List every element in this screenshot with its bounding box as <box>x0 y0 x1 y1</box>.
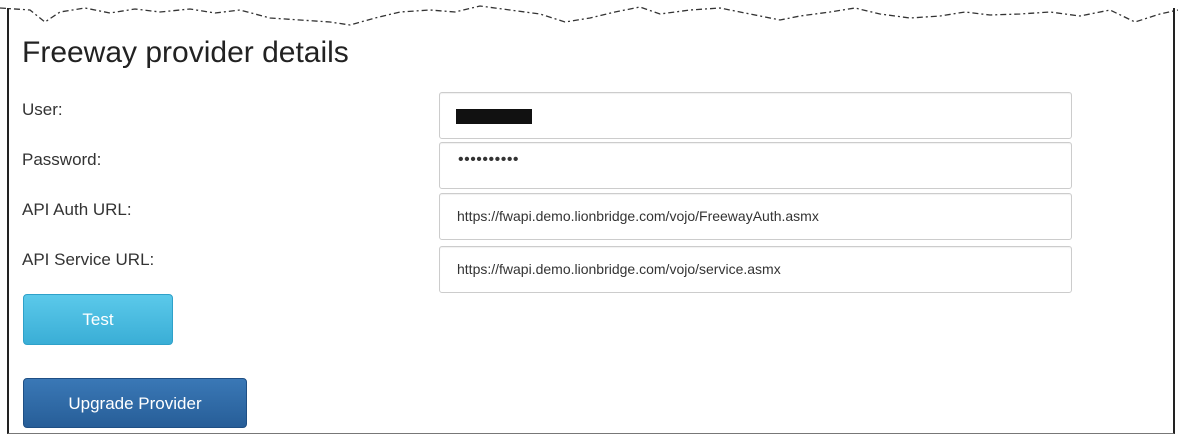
password-field[interactable]: •••••••••• <box>439 142 1072 189</box>
api-auth-url-value: https://fwapi.demo.lionbridge.com/vojo/F… <box>457 208 819 224</box>
api-auth-url-label: API Auth URL: <box>22 200 132 219</box>
api-service-url-value: https://fwapi.demo.lionbridge.com/vojo/s… <box>457 261 781 277</box>
redacted-username <box>456 109 532 124</box>
password-label: Password: <box>22 150 102 169</box>
api-auth-url-field[interactable]: https://fwapi.demo.lionbridge.com/vojo/F… <box>439 193 1072 240</box>
user-field[interactable] <box>439 92 1072 139</box>
password-mask: •••••••••• <box>458 151 520 168</box>
page-title: Freeway provider details <box>22 36 349 69</box>
api-service-url-label: API Service URL: <box>22 250 155 269</box>
test-button[interactable]: Test <box>23 294 173 345</box>
upgrade-provider-button[interactable]: Upgrade Provider <box>23 378 247 428</box>
user-label: User: <box>22 100 63 119</box>
api-service-url-field[interactable]: https://fwapi.demo.lionbridge.com/vojo/s… <box>439 246 1072 293</box>
